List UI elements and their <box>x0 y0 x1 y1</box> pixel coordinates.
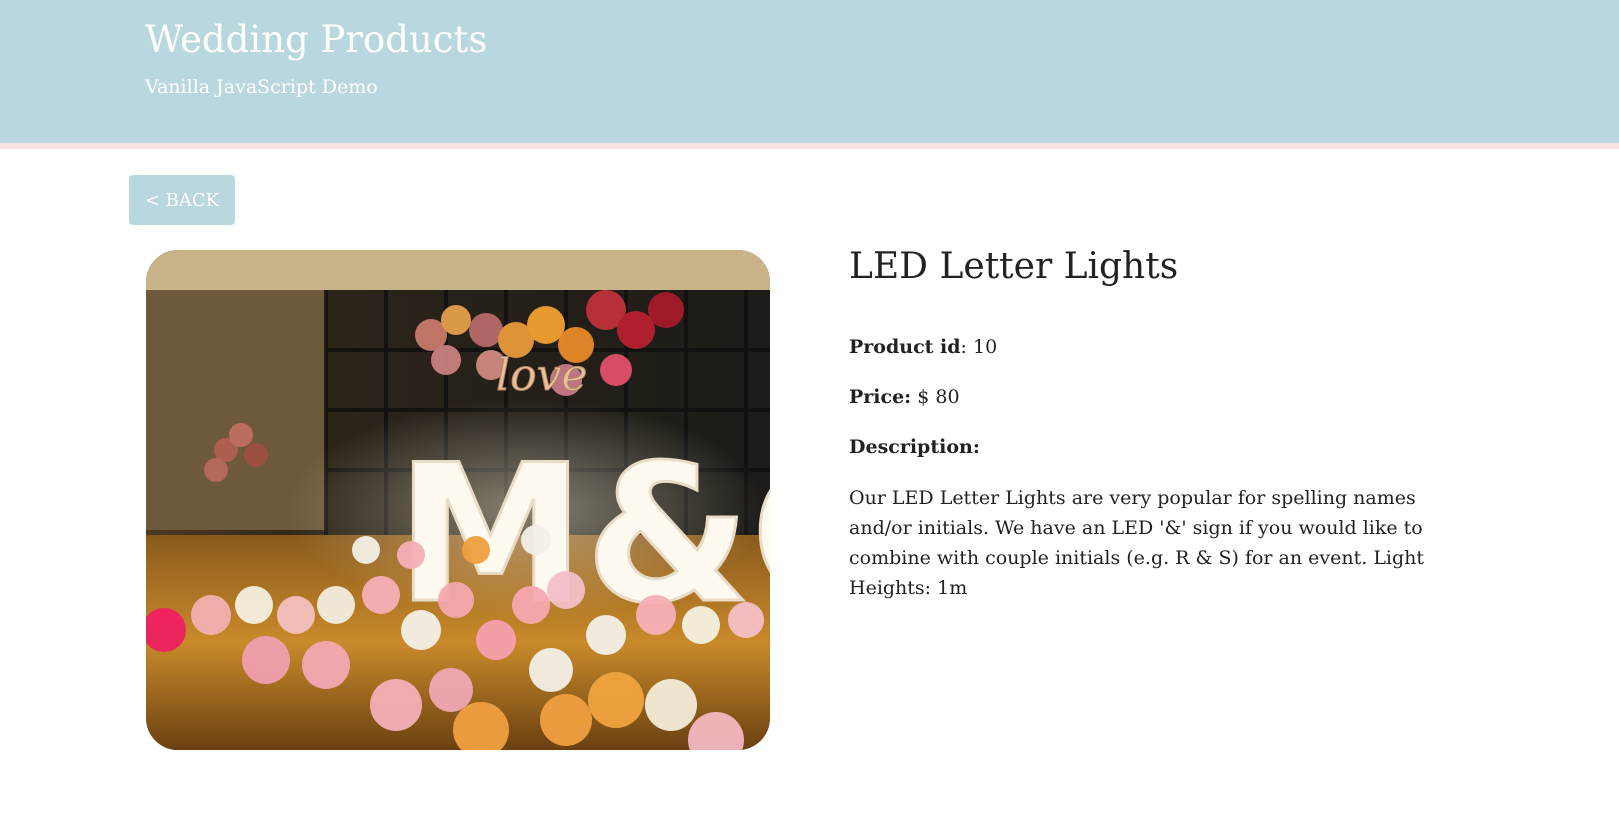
product-id-label: Product id <box>849 336 961 358</box>
site-title: Wedding Products <box>145 18 488 61</box>
product-price-label: Price: <box>849 386 912 408</box>
product-price-value: $ 80 <box>911 386 960 408</box>
site-header: Wedding Products Vanilla JavaScript Demo <box>0 0 1619 149</box>
site-subtitle: Vanilla JavaScript Demo <box>145 76 378 98</box>
back-button[interactable]: < BACK <box>129 175 235 225</box>
product-id-line: Product id: 10 <box>849 336 997 358</box>
product-image: love M&C <box>146 250 770 750</box>
product-description-label: Description: <box>849 436 980 458</box>
product-description: Our LED Letter Lights are very popular f… <box>849 487 1425 599</box>
product-id-value: : 10 <box>960 336 998 358</box>
svg-text:love: love <box>496 350 587 401</box>
product-title: LED Letter Lights <box>849 246 1179 287</box>
product-description-line: Description: <box>849 436 980 458</box>
product-price-line: Price: $ 80 <box>849 386 960 408</box>
